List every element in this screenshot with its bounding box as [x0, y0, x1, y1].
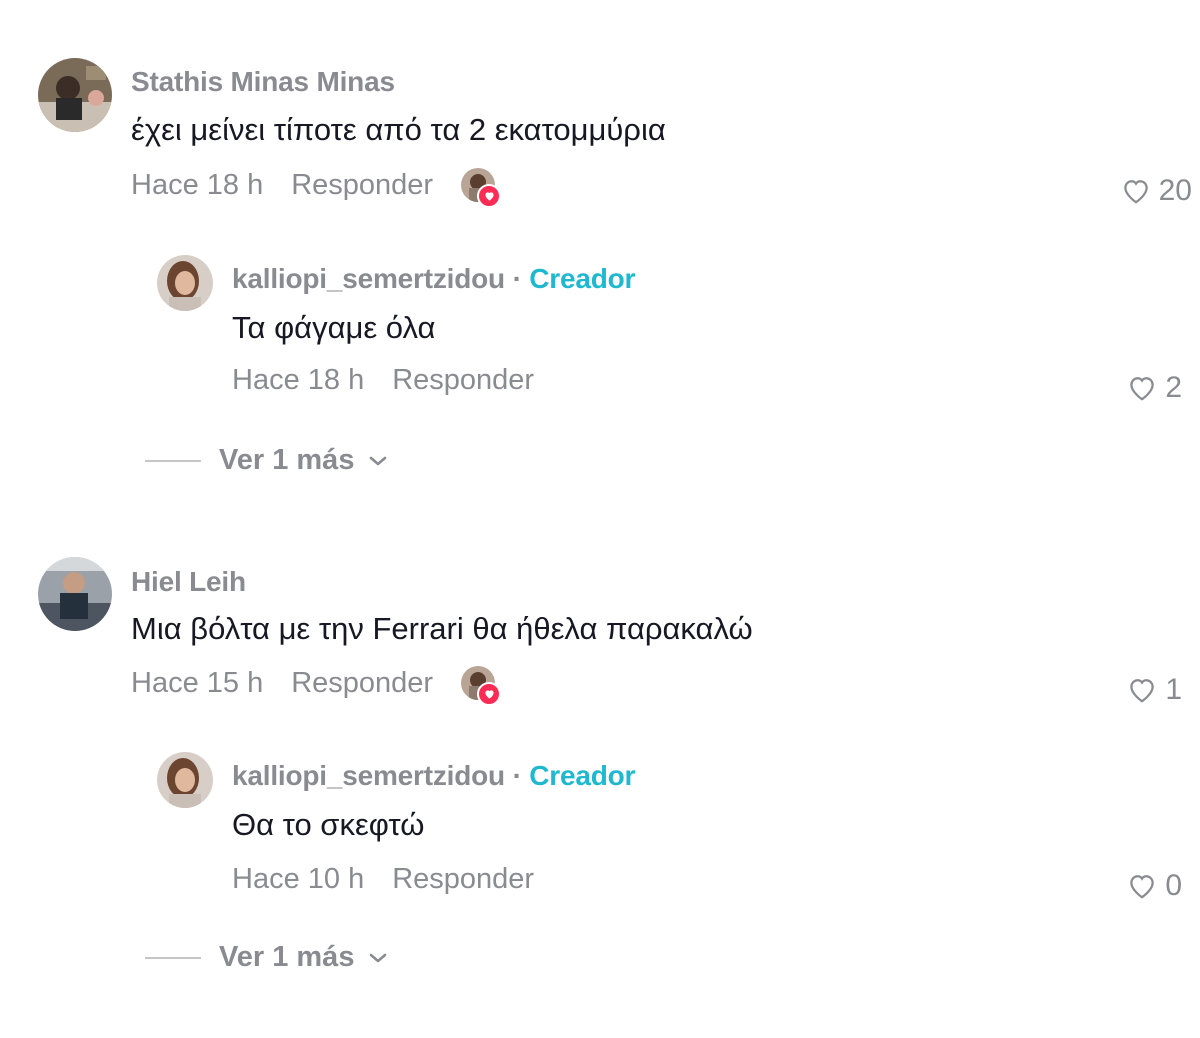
- creator-avatar[interactable]: [157, 255, 213, 311]
- like-count: 1: [1165, 673, 1182, 706]
- like-button[interactable]: 2: [1127, 371, 1182, 405]
- avatar[interactable]: [38, 58, 112, 132]
- view-more-label: Ver 1 más: [219, 941, 355, 973]
- comment-text: Μια βόλτα με την Ferrari θα ήθελα παρακα…: [131, 611, 753, 646]
- avatar[interactable]: [38, 557, 112, 631]
- comment-meta: Hace 18 h Responder: [131, 168, 502, 208]
- comment-author[interactable]: Hiel Leih: [131, 566, 246, 598]
- reply-author-line: kalliopi_semertzidou · Creador: [232, 263, 635, 295]
- chevron-down-icon: [370, 456, 387, 465]
- view-more-replies-button[interactable]: Ver 1 más: [145, 444, 388, 477]
- heart-outline-icon: [1123, 180, 1148, 204]
- reply-text: Θα το σκεφτώ: [232, 807, 425, 842]
- reply-button[interactable]: Responder: [392, 863, 534, 896]
- reply-meta: Hace 10 h Responder: [232, 863, 534, 896]
- creator-liked-indicator: [461, 168, 502, 208]
- reply-meta: Hace 18 h Responder: [232, 364, 534, 397]
- view-more-replies-button[interactable]: Ver 1 más: [145, 941, 388, 974]
- creator-badge: Creador: [529, 263, 636, 294]
- reply-author-line: kalliopi_semertzidou · Creador: [232, 760, 635, 792]
- like-button[interactable]: 20: [1121, 174, 1192, 208]
- separator: ·: [512, 760, 522, 791]
- creator-badge: Creador: [529, 760, 636, 791]
- comment-timestamp: Hace 18 h: [131, 168, 264, 201]
- chevron-down-icon: [370, 953, 387, 962]
- reply-timestamp: Hace 18 h: [232, 364, 365, 396]
- reply-timestamp: Hace 10 h: [232, 863, 365, 895]
- reply-button[interactable]: Responder: [291, 169, 433, 202]
- creator-liked-indicator: [461, 666, 502, 706]
- view-more-label: Ver 1 más: [219, 444, 355, 476]
- like-count: 0: [1165, 869, 1182, 902]
- reply-author[interactable]: kalliopi_semertzidou: [232, 760, 505, 791]
- avatar-photo: [38, 557, 112, 631]
- divider-line: [145, 956, 201, 959]
- comment-author[interactable]: Stathis Minas Minas: [131, 66, 395, 98]
- creator-avatar-photo: [157, 255, 213, 311]
- heart-outline-icon: [1130, 679, 1155, 703]
- heart-badge-icon: [477, 184, 502, 208]
- heart-badge-icon: [477, 682, 502, 706]
- comment-text: έχει μείνει τίποτε από τα 2 εκατομμύρια: [131, 112, 666, 147]
- avatar-photo: [38, 58, 112, 132]
- separator: ·: [512, 263, 522, 294]
- creator-avatar[interactable]: [157, 752, 213, 808]
- comment-timestamp: Hace 15 h: [131, 666, 264, 699]
- heart-outline-icon: [1130, 875, 1155, 899]
- like-count: 2: [1165, 371, 1182, 404]
- divider-line: [145, 459, 201, 462]
- heart-outline-icon: [1130, 377, 1155, 401]
- reply-button[interactable]: Responder: [392, 364, 534, 397]
- reply-button[interactable]: Responder: [291, 667, 433, 700]
- like-button[interactable]: 0: [1127, 869, 1182, 903]
- creator-avatar-photo: [157, 752, 213, 808]
- comment-meta: Hace 15 h Responder: [131, 666, 502, 706]
- like-button[interactable]: 1: [1127, 673, 1182, 707]
- like-count: 20: [1158, 174, 1192, 207]
- reply-text: Τα φάγαμε όλα: [232, 310, 436, 345]
- reply-author[interactable]: kalliopi_semertzidou: [232, 263, 505, 294]
